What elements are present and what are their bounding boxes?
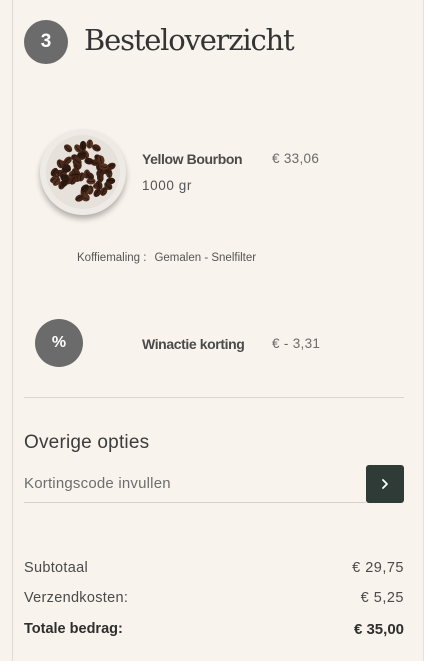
- total-value: € 35,00: [353, 620, 404, 638]
- grind-option: Koffiemaling : Gemalen - Snelfilter: [77, 252, 256, 264]
- section-divider: [24, 397, 404, 398]
- coupon-code-input[interactable]: [24, 465, 366, 503]
- total-row: Totale bedrag: € 35,00: [24, 619, 404, 639]
- subtotal-value: € 29,75: [352, 560, 404, 576]
- shipping-value: € 5,25: [360, 590, 404, 606]
- grind-value: Gemalen - Snelfilter: [154, 252, 257, 264]
- discount-amount: € - 3,31: [272, 336, 321, 351]
- total-label: Totale bedrag:: [24, 621, 123, 637]
- coffee-beans-graphic: [42, 131, 124, 213]
- product-price: € 33,06: [272, 151, 320, 166]
- shipping-label: Verzendkosten:: [24, 590, 129, 606]
- chevron-right-icon: [382, 479, 388, 489]
- page-title: Besteloverzicht: [84, 23, 295, 57]
- product-weight: 1000 gr: [142, 178, 192, 193]
- coffee-beans-image: [40, 129, 126, 215]
- step-number-badge: 3: [24, 20, 68, 64]
- percent-icon: %: [35, 319, 83, 367]
- left-border-line: [12, 0, 13, 661]
- subtotal-row: Subtotaal € 29,75: [24, 558, 404, 578]
- subtotal-label: Subtotaal: [24, 560, 88, 576]
- shipping-row: Verzendkosten: € 5,25: [24, 588, 404, 608]
- coupon-form: [24, 465, 404, 503]
- discount-name: Winactie korting: [142, 336, 245, 352]
- product-name: Yellow Bourbon: [142, 151, 243, 167]
- grind-label: Koffiemaling :: [77, 252, 147, 264]
- other-options-heading: Overige opties: [24, 432, 150, 453]
- apply-coupon-button[interactable]: [366, 465, 404, 503]
